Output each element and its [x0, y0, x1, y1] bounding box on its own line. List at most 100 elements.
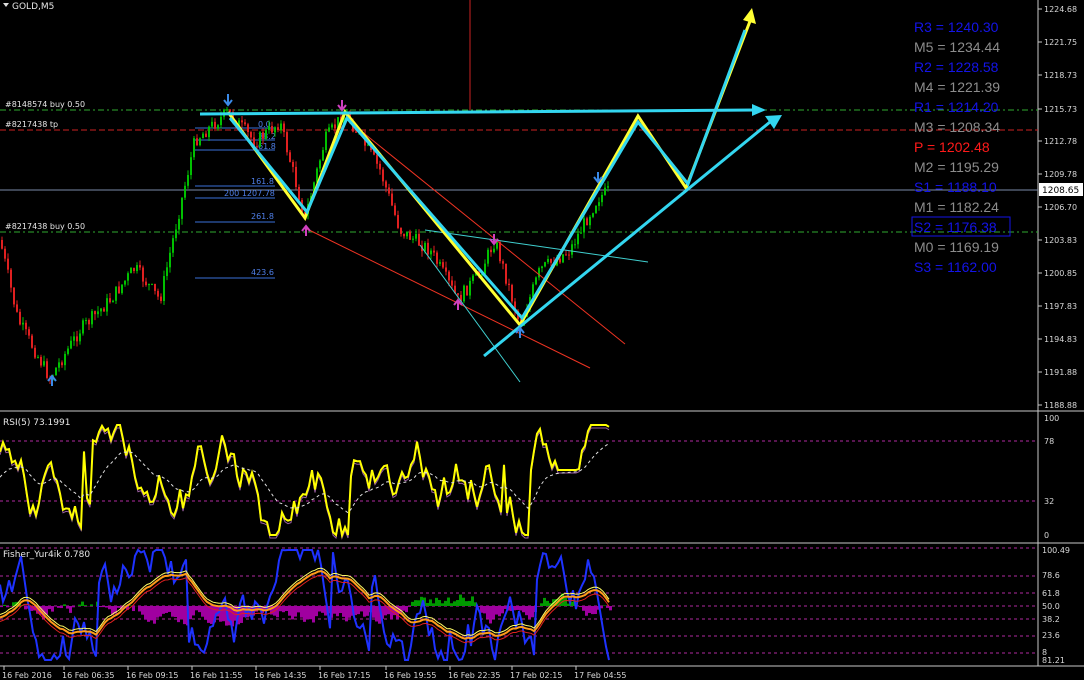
candle-body [64, 353, 66, 366]
time-axis[interactable]: 16 Feb 2016 16 Feb 06:35 16 Feb 09:15 16 Fe… [2, 666, 626, 680]
fisher-level-label: 61.8 [1042, 589, 1060, 598]
candle-body [430, 250, 432, 255]
fisher-axis: 100.4978.661.850.038.223.6881.21 [1042, 546, 1070, 665]
candle-body [433, 250, 435, 253]
candle-body [547, 258, 549, 263]
candle-body [91, 311, 93, 325]
candle-body [133, 268, 135, 272]
rsi-level-label: 32 [1044, 497, 1054, 506]
candle-body [67, 348, 69, 354]
price-tick-label: 1209.78 [1044, 170, 1077, 179]
candle-body [106, 298, 108, 312]
candle-body [172, 238, 174, 253]
candle-body [16, 304, 18, 312]
fisher-histogram [0, 593, 612, 627]
candle-body [388, 187, 390, 194]
candle-body [334, 124, 336, 129]
candle-body [115, 286, 117, 301]
candle-body [400, 227, 402, 234]
candle-body [589, 216, 591, 226]
candle-body [505, 263, 507, 284]
candle-body [100, 308, 102, 312]
fib-label-261: 261.8 [251, 212, 274, 221]
candle-body [445, 267, 447, 272]
candle-body [121, 284, 123, 294]
candle-body [448, 271, 450, 281]
price-tick-label: 1224.68 [1044, 5, 1077, 14]
candle-body [436, 252, 438, 264]
candle-body [538, 268, 540, 278]
candle-body [205, 133, 207, 138]
candle-body [598, 202, 600, 206]
rsi-panel[interactable] [0, 423, 1038, 540]
candle-body [544, 262, 546, 267]
fisher-level-label: 81.21 [1042, 656, 1065, 665]
candle-body [406, 231, 408, 237]
candle-body [265, 130, 267, 139]
candle-body [424, 242, 426, 252]
candle-body [88, 320, 90, 325]
candle-body [607, 186, 609, 188]
candle-body [208, 126, 210, 138]
candle-body [130, 268, 132, 274]
candle-body [325, 131, 327, 151]
price-tick-label: 1200.85 [1044, 269, 1077, 278]
price-tick-label: 1215.73 [1044, 105, 1077, 114]
fisher-level-label: 23.6 [1042, 631, 1060, 640]
candle-body [34, 347, 36, 358]
candle-body [160, 296, 162, 302]
rsi-axis: 100 78 32 0 [1044, 414, 1059, 540]
candle-body [217, 125, 219, 129]
rsi-level-label: 100 [1044, 414, 1059, 423]
candle-body [43, 361, 45, 366]
candle-body [463, 285, 465, 302]
candle-body [85, 320, 87, 322]
candle-body [577, 233, 579, 245]
candle-body [118, 286, 120, 294]
candle-body [58, 362, 60, 368]
candle-body [73, 336, 75, 341]
main-chart-panel[interactable] [0, 0, 1038, 410]
fisher-panel[interactable] [0, 547, 1038, 662]
candle-body [199, 138, 201, 146]
candle-body [457, 293, 459, 295]
candle-body [76, 336, 78, 342]
time-tick-label: 16 Feb 06:35 [62, 671, 114, 680]
chart-window[interactable]: GOLD,M5 #8148574 buy 0.50 #8217438 tp #8… [0, 0, 1084, 680]
candle-body [25, 322, 27, 330]
fib-label-200: 200 1207.78 [224, 189, 275, 198]
price-tick-label: 1203.83 [1044, 236, 1077, 245]
candle-body [112, 300, 114, 303]
price-tick-label: 1212.78 [1044, 137, 1077, 146]
candle-body [31, 335, 33, 348]
candle-body [439, 262, 441, 264]
candle-body [379, 163, 381, 170]
candle-body [592, 213, 594, 217]
candle-body [331, 124, 333, 128]
pivot-level-label: M1 = 1182.24 [914, 199, 999, 215]
candle-body [583, 218, 585, 233]
rsi-level-label: 78 [1044, 437, 1054, 446]
pivot-level-label: P = 1202.48 [914, 139, 990, 155]
candle-body [277, 127, 279, 131]
candle-body [262, 132, 264, 139]
candle-body [295, 166, 297, 187]
time-tick-label: 16 Feb 17:15 [318, 671, 370, 680]
candle-body [10, 269, 12, 288]
fisher-level-label: 78.6 [1042, 571, 1060, 580]
candle-body [271, 126, 273, 133]
candle-body [268, 126, 270, 131]
fib-label-423: 423.6 [251, 268, 274, 277]
candle-body [211, 121, 213, 127]
candle-body [595, 205, 597, 214]
candle-body [289, 152, 291, 162]
candle-body [466, 285, 468, 296]
time-tick-label: 16 Feb 22:35 [448, 671, 500, 680]
candle-body [37, 356, 39, 358]
candle-body [55, 367, 57, 376]
candle-body [535, 277, 537, 285]
candle-body [1, 240, 3, 249]
candle-body [490, 249, 492, 253]
price-axis[interactable]: 1224.68 1221.75 1218.73 1215.73 1212.78 1209.… [1038, 5, 1077, 410]
candle-body [568, 254, 570, 256]
